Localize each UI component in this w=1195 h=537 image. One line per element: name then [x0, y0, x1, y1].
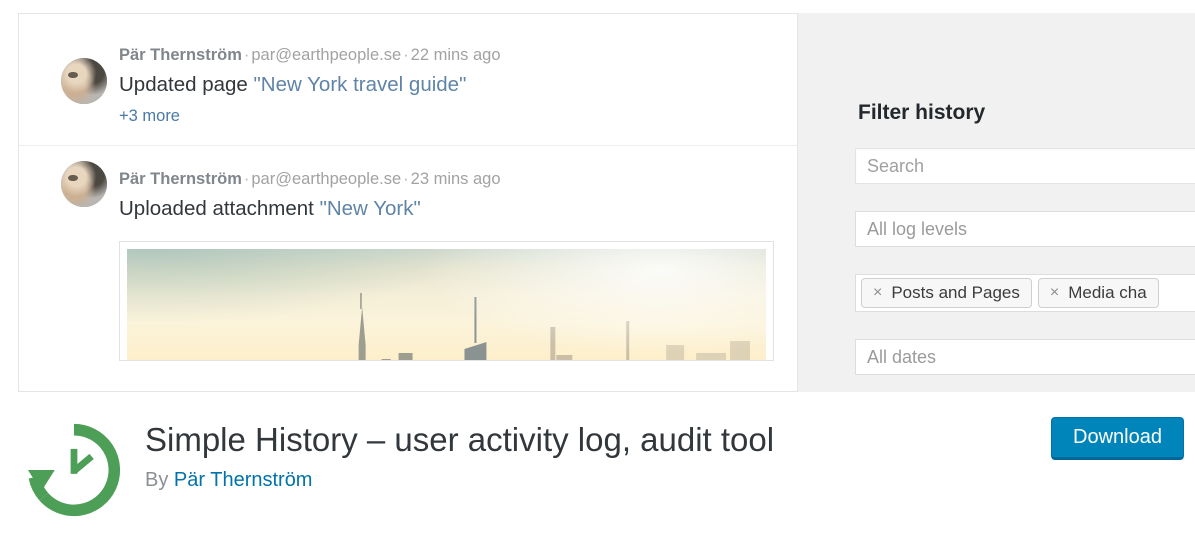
download-button[interactable]: Download	[1051, 417, 1184, 460]
meta-separator: ·	[243, 46, 250, 64]
remove-tag-icon[interactable]: ×	[873, 285, 882, 301]
plugin-footer-bar: Simple History – user activity log, audi…	[0, 392, 1195, 537]
filter-history-title: Filter history	[858, 101, 986, 124]
plugin-byline: By Pär Thernström	[145, 466, 1025, 494]
log-entry-meta: Pär Thernström · par@earthpeople.se · 22 min…	[119, 44, 777, 66]
filter-tag[interactable]: × Media cha	[1037, 278, 1159, 308]
log-entry-time: 22 mins ago	[410, 46, 501, 64]
message-types-select[interactable]: × Posts and Pages × Media cha	[855, 274, 1195, 312]
log-entry-meta: Pär Thernström · par@earthpeople.se · 23 min…	[119, 168, 777, 190]
avatar	[61, 161, 107, 207]
attachment-thumbnail-frame[interactable]	[119, 241, 774, 361]
filter-tag-label: Posts and Pages	[891, 283, 1020, 302]
log-entry-action-text: Uploaded attachment	[119, 197, 320, 220]
log-entry-action: Uploaded attachment "New York"	[119, 195, 777, 223]
filter-tag-label: Media cha	[1068, 283, 1147, 302]
log-entry-time: 23 mins ago	[410, 170, 501, 188]
log-entry-author: Pär Thernström	[119, 170, 242, 188]
log-entry-more-link[interactable]: +3 more	[119, 105, 180, 127]
filter-history-panel: Filter history Search All log levels × P…	[855, 100, 1195, 392]
by-label: By	[145, 469, 169, 491]
date-range-select[interactable]: All dates	[855, 339, 1195, 375]
log-entry[interactable]: Pär Thernström · par@earthpeople.se · 23 min…	[19, 146, 797, 375]
log-entry-target-link[interactable]: "New York"	[320, 197, 421, 220]
log-entry-author: Pär Thernström	[119, 46, 242, 64]
meta-separator: ·	[403, 170, 409, 188]
avatar-image	[61, 58, 107, 104]
history-clock-icon	[27, 423, 121, 517]
skyline-silhouette	[358, 293, 751, 360]
meta-separator: ·	[403, 46, 409, 64]
log-entry-action: Updated page "New York travel guide"	[119, 71, 777, 99]
product-screenshot: Pär Thernström · par@earthpeople.se · 22 min…	[0, 0, 1195, 392]
log-entry-target-link[interactable]: "New York travel guide"	[254, 73, 467, 96]
plugin-banner-screen: Pär Thernström · par@earthpeople.se · 22 min…	[0, 0, 1195, 537]
log-entry-action-text: Updated page	[119, 73, 254, 96]
avatar-image	[61, 161, 107, 207]
log-entry-email: par@earthpeople.se	[251, 170, 402, 188]
plugin-title: Simple History – user activity log, audi…	[145, 421, 775, 458]
remove-tag-icon[interactable]: ×	[1050, 285, 1059, 301]
search-input[interactable]: Search	[855, 148, 1195, 184]
plugin-info: Simple History – user activity log, audi…	[145, 418, 1025, 494]
log-entry[interactable]: Pär Thernström · par@earthpeople.se · 22 min…	[19, 14, 797, 146]
filter-tag[interactable]: × Posts and Pages	[861, 278, 1032, 308]
log-level-select[interactable]: All log levels	[855, 211, 1195, 247]
attachment-thumbnail-image	[127, 249, 766, 360]
activity-feed-card: Pär Thernström · par@earthpeople.se · 22 min…	[18, 13, 798, 392]
avatar	[61, 58, 107, 104]
plugin-author-link[interactable]: Pär Thernström	[174, 469, 313, 491]
log-entry-email: par@earthpeople.se	[251, 46, 402, 64]
meta-separator: ·	[243, 170, 250, 188]
